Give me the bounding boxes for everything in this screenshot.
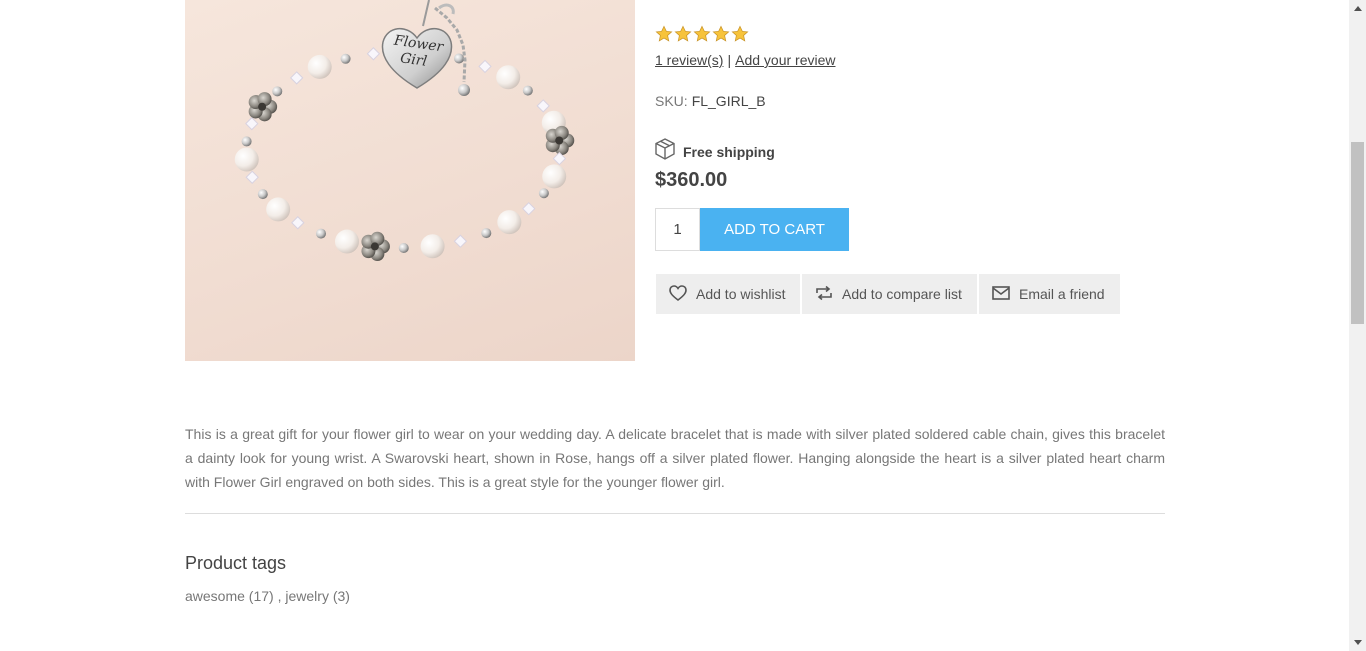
- bracelet-bead: [453, 234, 468, 248]
- product-price: $360.00: [655, 169, 728, 191]
- email-a-friend-label: Email a friend: [1019, 286, 1105, 302]
- product-tags-title: Product tags: [185, 553, 287, 573]
- quantity-input[interactable]: [655, 208, 700, 251]
- bracelet-bead: [245, 170, 259, 184]
- add-to-wishlist-label: Add to wishlist: [696, 286, 786, 302]
- bracelet-bead: [257, 189, 268, 200]
- bracelet-bead: [315, 228, 326, 239]
- bracelet-bead: [542, 164, 567, 189]
- bracelet-bead: [361, 231, 390, 262]
- bracelet-bead: [522, 85, 533, 96]
- bracelet-bead: [478, 59, 492, 74]
- divider: [185, 513, 1165, 514]
- compare-arrows-icon: [815, 285, 833, 304]
- reviews-separator: |: [727, 52, 732, 68]
- bracelet-bead: [398, 242, 409, 253]
- bracelet-bead: [291, 216, 305, 230]
- add-to-compare-label: Add to compare list: [842, 286, 962, 302]
- product-page: Flower Girl 1 review(s) | Add your review …: [0, 0, 1349, 651]
- bracelet-bead: [454, 53, 465, 64]
- star-icon: [731, 25, 749, 42]
- star-icon: [712, 25, 730, 42]
- envelope-icon: [992, 285, 1010, 303]
- bracelet-bead: [536, 99, 550, 113]
- star-icon: [693, 25, 711, 42]
- add-review-link[interactable]: Add your review: [735, 52, 835, 68]
- star-icon: [655, 25, 673, 42]
- scroll-down-arrow-icon[interactable]: [1349, 634, 1366, 651]
- bracelet-bead: [340, 53, 351, 64]
- bracelet-bead: [545, 125, 575, 156]
- bracelet-bead: [272, 86, 283, 97]
- tag-link[interactable]: awesome (17): [185, 588, 274, 604]
- free-shipping: Free shipping: [655, 138, 775, 165]
- sku-value: FL_GIRL_B: [691, 93, 766, 109]
- bracelet-bead: [334, 229, 359, 254]
- vertical-scrollbar[interactable]: [1349, 0, 1366, 651]
- product-actions: Add to wishlist Add to compare list Emai…: [656, 274, 1120, 314]
- bracelet-bead: [289, 71, 304, 85]
- star-icon: [674, 25, 692, 42]
- product-image[interactable]: Flower Girl: [185, 0, 635, 361]
- add-to-wishlist-button[interactable]: Add to wishlist: [656, 274, 800, 314]
- bracelet-bead: [248, 92, 278, 122]
- bracelet-bead: [245, 116, 259, 131]
- sku: SKU: FL_GIRL_B: [655, 93, 766, 109]
- tag-separator: ,: [273, 588, 286, 604]
- scrollbar-thumb[interactable]: [1351, 142, 1364, 324]
- scroll-up-arrow-icon[interactable]: [1349, 0, 1366, 17]
- bracelet-picture: Flower Girl: [234, 0, 575, 262]
- free-shipping-label: Free shipping: [683, 143, 775, 160]
- email-a-friend-button[interactable]: Email a friend: [979, 274, 1120, 314]
- bracelet-bead: [497, 210, 522, 235]
- add-to-cart-button[interactable]: ADD TO CART: [700, 208, 849, 251]
- box-icon: [655, 138, 675, 165]
- reviews-links: 1 review(s) | Add your review: [655, 52, 836, 68]
- reviews-link[interactable]: 1 review(s): [655, 52, 723, 68]
- bracelet-bead: [307, 54, 332, 79]
- bracelet-bead: [496, 65, 521, 90]
- add-to-compare-button[interactable]: Add to compare list: [802, 274, 977, 314]
- bracelet-bead: [234, 147, 259, 172]
- product-rating: [655, 25, 749, 43]
- heart-icon: [669, 284, 687, 304]
- bracelet-bead: [241, 136, 252, 147]
- bracelet-bead: [538, 188, 549, 199]
- bracelet-bead: [481, 228, 492, 239]
- product-description: This is a great gift for your flower gir…: [185, 426, 1165, 490]
- bracelet-bead: [522, 201, 536, 216]
- bracelet-bead: [266, 197, 291, 222]
- bracelet-bead: [366, 47, 381, 61]
- bracelet-bead: [420, 234, 445, 259]
- sku-label: SKU:: [655, 93, 688, 109]
- product-tags: awesome (17) , jewelry (3): [185, 588, 350, 604]
- tag-link[interactable]: jewelry (3): [285, 588, 350, 604]
